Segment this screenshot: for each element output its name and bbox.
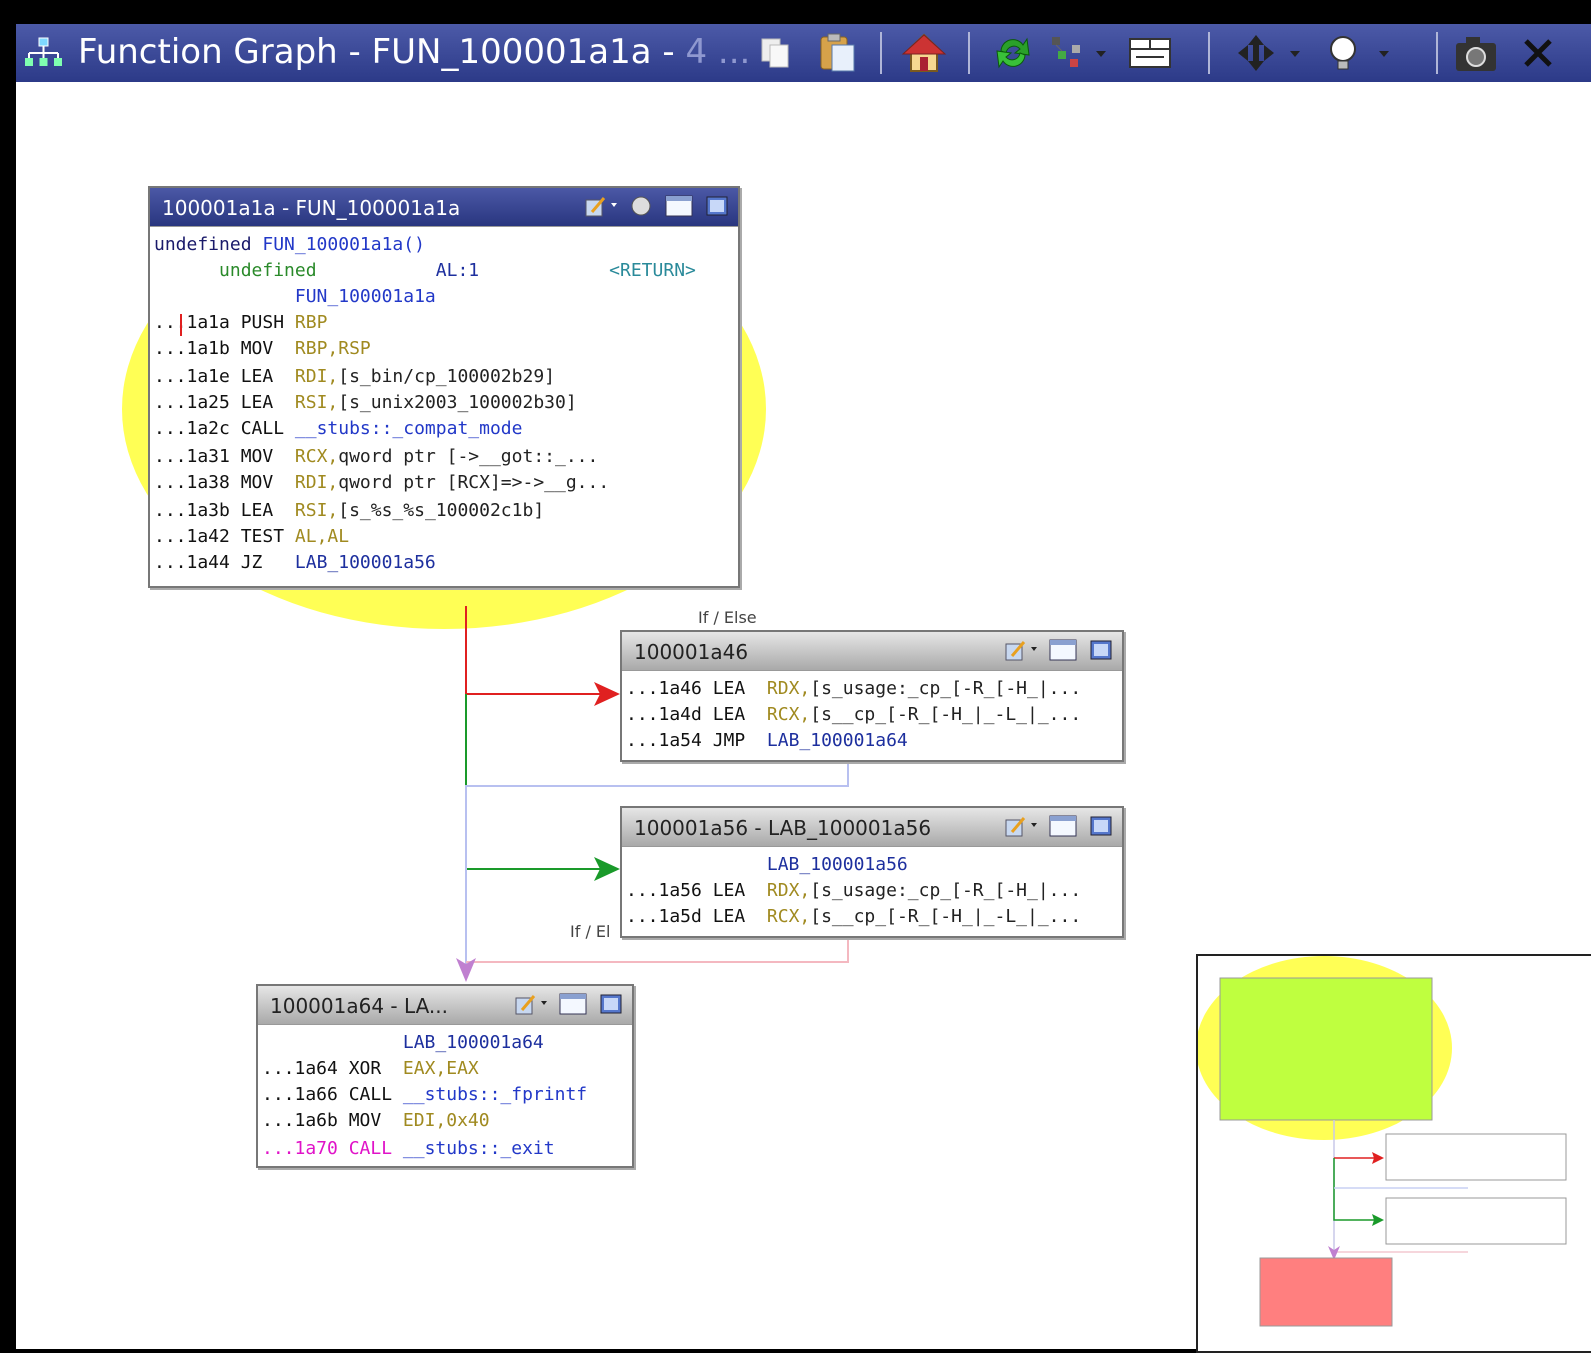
restore-icon[interactable] — [598, 992, 624, 1021]
title-bar: Function Graph - FUN_100001a1a - 4 ... — [16, 24, 1591, 82]
listing-line[interactable]: undefined AL:1 <RETURN> — [154, 258, 696, 284]
edit-icon[interactable] — [1004, 638, 1038, 667]
edit-icon[interactable] — [584, 194, 618, 223]
block-header[interactable]: 100001a1a - FUN_100001a1a — [150, 188, 738, 227]
sat-block-1a46[interactable] — [1385, 1133, 1567, 1181]
satellite-view[interactable] — [1196, 954, 1591, 1353]
graph-canvas[interactable]: 100001a1a - FUN_100001a1a undefined FUN_… — [16, 82, 1591, 1353]
snapshot-icon[interactable] — [1452, 30, 1500, 76]
full-view-icon[interactable] — [628, 194, 654, 223]
block-1a46[interactable]: 100001a46 ...1a46 LEA RDX,[s_usage:_cp_[… — [620, 630, 1124, 762]
refresh-icon[interactable] — [991, 30, 1035, 76]
listing-line[interactable]: ...1a44 JZ LAB_100001a56 — [154, 550, 436, 576]
listing-line[interactable]: ...1a5d LEA RCX,[s__cp_[-R_[-H_|_-L_|_..… — [626, 904, 1081, 930]
edge-1a56-to-1a64 — [466, 938, 849, 963]
block-header[interactable]: 100001a64 - LA... — [258, 986, 632, 1025]
listing-line[interactable]: ...1a6b MOV EDI,0x40 — [262, 1108, 490, 1134]
restore-icon[interactable] — [1088, 814, 1114, 843]
listing-line[interactable]: ...1a38 MOV RDI,qword ptr [RCX]=>->__g..… — [154, 470, 609, 496]
listing-line[interactable]: ...1a70 CALL __stubs::_exit — [262, 1136, 555, 1162]
edge-false — [465, 694, 608, 870]
maximize-icon[interactable] — [1048, 638, 1078, 667]
edit-icon[interactable] — [514, 992, 548, 1021]
listing-line[interactable]: ...1a1b MOV RBP,RSP — [154, 336, 371, 362]
listing-line[interactable]: FUN_100001a1a — [154, 284, 436, 310]
block-title: 100001a1a - FUN_100001a1a — [162, 196, 461, 220]
listing-line[interactable]: ...1a54 JMP LAB_100001a64 — [626, 728, 908, 754]
function-graph-window: Function Graph - FUN_100001a1a - 4 ... 1… — [16, 24, 1591, 1353]
listing-line[interactable]: ...1a2c CALL __stubs::_compat_mode — [154, 416, 522, 442]
restore-icon[interactable] — [1088, 638, 1114, 667]
edge-label: If / Else — [698, 608, 757, 627]
listing-line[interactable]: ...1a66 CALL __stubs::_fprintf — [262, 1082, 587, 1108]
home-icon[interactable] — [901, 30, 947, 76]
edit-icon[interactable] — [1004, 814, 1038, 843]
format-icon[interactable] — [1126, 30, 1174, 76]
restore-icon[interactable] — [704, 194, 730, 223]
edge-label: If / El — [570, 922, 611, 941]
listing-line[interactable]: ...1a56 LEA RDX,[s_usage:_cp_[-R_[-H_|..… — [626, 878, 1081, 904]
sat-block-entry[interactable] — [1219, 977, 1433, 1121]
listing-line[interactable]: ...1a46 LEA RDX,[s_usage:_cp_[-R_[-H_|..… — [626, 676, 1081, 702]
block-title: 100001a56 - LAB_100001a56 — [634, 816, 932, 840]
hint-icon[interactable] — [1321, 30, 1397, 76]
maximize-icon[interactable] — [558, 992, 588, 1021]
graph-icon — [24, 36, 64, 74]
listing-line[interactable]: ...1a4d LEA RCX,[s__cp_[-R_[-H_|_-L_|_..… — [626, 702, 1081, 728]
navigate-icon[interactable] — [1234, 30, 1310, 76]
listing-line[interactable]: LAB_100001a56 — [626, 852, 908, 878]
layout-icon[interactable] — [1046, 30, 1116, 76]
maximize-icon[interactable] — [1048, 814, 1078, 843]
listing-line[interactable]: ...1a3b LEA RSI,[s_%s_%s_100002c1b] — [154, 498, 544, 524]
block-1a64[interactable]: 100001a64 - LA... LAB_100001a64 ...1a64 … — [256, 984, 634, 1168]
close-icon[interactable] — [1518, 30, 1558, 76]
paste-icon[interactable] — [816, 30, 860, 76]
copy-icon[interactable] — [756, 30, 796, 76]
listing-line[interactable]: ...1a1e LEA RDI,[s_bin/cp_100002b29] — [154, 364, 555, 390]
sat-block-1a64[interactable] — [1259, 1257, 1393, 1327]
block-header[interactable]: 100001a46 — [622, 632, 1122, 671]
listing-line[interactable]: ...1a31 MOV RCX,qword ptr [->__got::_... — [154, 444, 598, 470]
listing-line[interactable]: ...1a64 XOR EAX,EAX — [262, 1056, 479, 1082]
listing-line[interactable]: LAB_100001a64 — [262, 1030, 544, 1056]
listing-line[interactable]: ...1a25 LEA RSI,[s_unix2003_100002b30] — [154, 390, 577, 416]
block-title: 100001a46 — [634, 640, 749, 664]
listing-line[interactable]: undefined FUN_100001a1a() — [154, 232, 425, 258]
maximize-icon[interactable] — [664, 194, 694, 223]
window-title: Function Graph - FUN_100001a1a - 4 ... — [78, 32, 751, 72]
block-title: 100001a64 - LA... — [270, 994, 448, 1018]
block-entry[interactable]: 100001a1a - FUN_100001a1a undefined FUN_… — [148, 186, 740, 588]
block-header[interactable]: 100001a56 - LAB_100001a56 — [622, 808, 1122, 847]
listing-line[interactable]: ...1a42 TEST AL,AL — [154, 524, 349, 550]
cursor — [180, 314, 182, 336]
block-1a56[interactable]: 100001a56 - LAB_100001a56 LAB_100001a56 … — [620, 806, 1124, 938]
sat-block-1a56[interactable] — [1385, 1197, 1567, 1245]
